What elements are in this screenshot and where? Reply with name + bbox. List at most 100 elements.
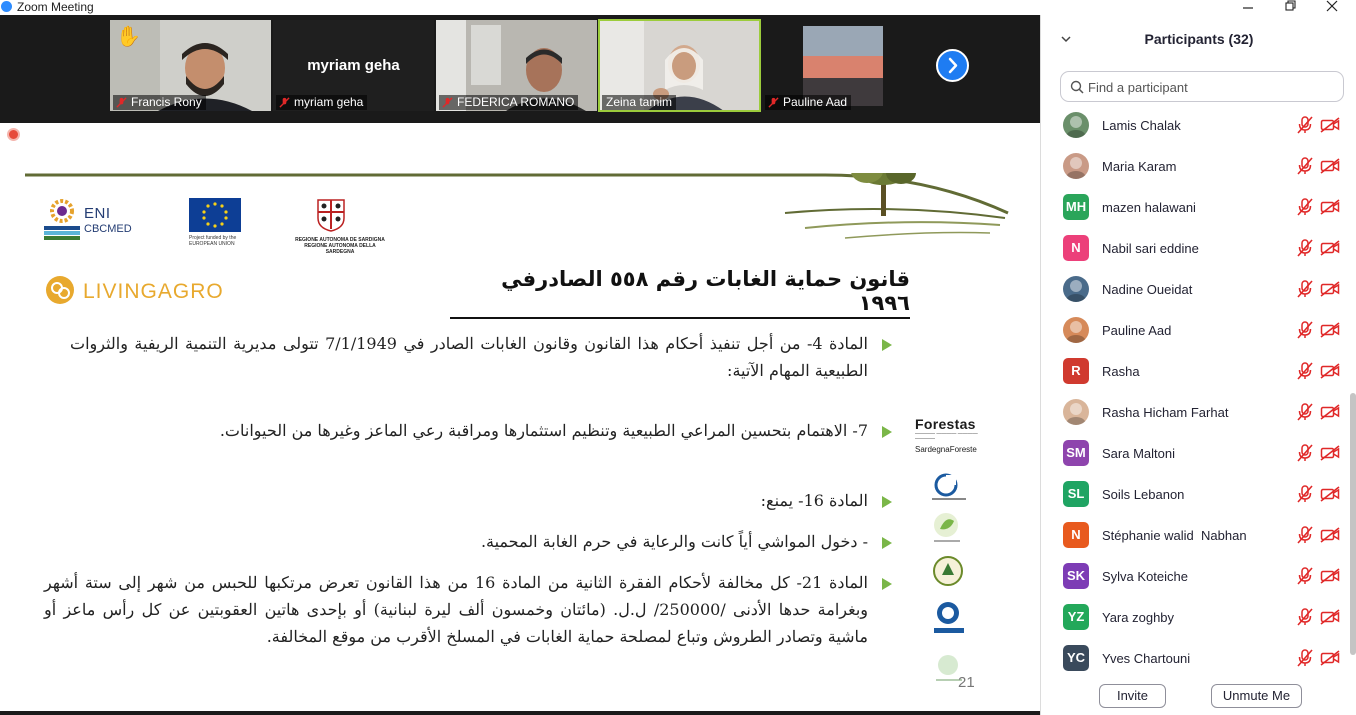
lari-logo-icon [933,556,963,586]
zoom-window: Zoom Meeting ✋ Francis Rony myriam geha … [0,0,1356,715]
video-name-label: FEDERICA ROMANO [439,95,579,110]
video-name: FEDERICA ROMANO [457,95,575,109]
video-off-icon [1320,240,1340,256]
video-name-label: Pauline Aad [765,95,852,110]
muted-mic-icon [1297,567,1313,585]
participant-row[interactable]: N Nabil sari eddine [1041,231,1349,272]
video-tile[interactable]: myriam geha myriam geha [273,20,434,111]
muted-mic-icon [1297,116,1313,134]
video-off-icon [1320,322,1340,338]
participant-row[interactable]: YZ Yara zoghby [1041,600,1349,641]
participant-name: Soils Lebanon [1102,487,1185,502]
participant-name: Rasha [1102,364,1140,379]
muted-mic-icon [1297,239,1313,257]
minimize-icon [1243,7,1253,9]
avatar: R [1063,358,1089,384]
muted-mic-icon [1297,362,1313,380]
avatar-photo [1066,321,1086,343]
muted-mic-icon [116,97,127,108]
slide-page-number: 21 [958,674,975,691]
video-tile-active-speaker[interactable]: Zeina tamim [598,19,761,112]
avatar: SM [1063,440,1089,466]
eu-flag-icon [189,198,241,232]
close-icon [1326,0,1338,12]
bullet-icon [882,537,892,549]
muted-mic-icon [1297,403,1313,421]
eu-caption: Project funded by the EUROPEAN UNION [189,235,237,247]
participants-header: Participants (32) [1041,15,1356,65]
bullet-icon [882,578,892,590]
zoom-logo-icon [1,1,12,12]
avatar-photo [1066,280,1086,302]
slide-bottom-bar [0,711,1040,715]
participant-name: Yara zoghby [1102,610,1175,625]
participants-title: Participants (32) [1144,31,1254,47]
video-off-icon [1320,158,1340,174]
video-tile[interactable]: FEDERICA ROMANO [436,20,597,111]
forestas-subtext: ———— ———— ———— ———— [915,431,978,442]
maximize-button[interactable] [1270,0,1310,15]
video-off-name: myriam geha [307,57,400,74]
video-name-label: myriam geha [276,95,368,110]
unmute-me-button[interactable]: Unmute Me [1211,684,1302,708]
participant-row[interactable]: Nadine Oueidat [1041,272,1349,313]
muted-mic-icon [1297,608,1313,626]
restore-icon [1285,0,1296,11]
video-name: Francis Rony [131,95,202,109]
bullet-icon [882,426,892,438]
video-name: myriam geha [294,95,364,109]
participant-name: Nabil sari eddine [1102,241,1199,256]
avatar-photo [1066,116,1086,138]
participant-row[interactable]: Rasha Hicham Farhat [1041,395,1349,436]
participants-scrollbar[interactable] [1350,393,1356,655]
recording-indicator-icon [7,128,20,141]
participant-name: Sylva Koteiche [1102,569,1188,584]
participant-row[interactable]: Lamis Chalak [1041,108,1349,149]
avatar: YZ [1063,604,1089,630]
participants-list: Lamis Chalak Maria Karam MH mazen halawani N… [1041,108,1349,674]
participant-row[interactable]: SL Soils Lebanon [1041,477,1349,518]
participant-row[interactable]: Maria Karam [1041,149,1349,190]
shared-screen-slide: ENI CBCMED Project funded by the EUROPEA… [0,123,1040,712]
participant-search[interactable] [1060,71,1344,102]
video-name: Zeina tamim [606,95,673,109]
participant-name: Nadine Oueidat [1102,282,1193,297]
muted-mic-icon [1297,485,1313,503]
forestas-logo: Forestas ———— ———— ———— ———— SardegnaFor… [915,416,981,454]
ciheam-logo-icon [934,602,964,633]
participant-row[interactable]: SM Sara Maltoni [1041,436,1349,477]
participant-name: mazen halawani [1102,200,1196,215]
livingagro-logo-icon [46,276,74,304]
avatar [1063,112,1089,138]
video-off-icon [1320,404,1340,420]
sardegna-crest-icon [317,199,345,232]
muted-mic-icon [1297,649,1313,667]
video-off-icon [1320,363,1340,379]
video-tile[interactable]: Pauline Aad [762,20,923,111]
sardegna-caption: REGIONE AUTONOMA DE SARDIGNA REGIONE AUT… [295,237,385,255]
avatar [1063,153,1089,179]
participant-row[interactable]: Pauline Aad [1041,313,1349,354]
participant-row[interactable]: SK Sylva Koteiche [1041,559,1349,600]
avatar: N [1063,522,1089,548]
next-videos-button[interactable] [936,49,969,82]
livingagro-logo: LIVINGAGRO [45,275,223,305]
video-off-icon [1320,445,1340,461]
avatar-photo [1066,157,1086,179]
participant-name: Yves Chartouni [1102,651,1191,666]
close-button[interactable] [1312,0,1352,15]
participant-row[interactable]: N Stéphanie walid Nabhan [1041,518,1349,559]
participant-row[interactable]: MH mazen halawani [1041,190,1349,231]
avatar-photo [1066,403,1086,425]
minimize-button[interactable] [1228,0,1268,15]
participant-row[interactable]: YC Yves Chartouni [1041,641,1349,674]
participant-row[interactable]: R Rasha [1041,354,1349,395]
search-input[interactable] [1088,78,1328,96]
slide-paragraph: 7- الاهتمام بتحسين المراعي الطبيعية وتنظ… [219,421,868,440]
livingagro-text: LIVINGAGRO [83,280,224,303]
header-line-tree-graphic [25,173,1009,239]
title-bar: Zoom Meeting [0,0,1356,15]
video-tile[interactable]: ✋ Francis Rony [110,20,271,111]
invite-button[interactable]: Invite [1099,684,1166,708]
participant-name: Sara Maltoni [1102,446,1175,461]
